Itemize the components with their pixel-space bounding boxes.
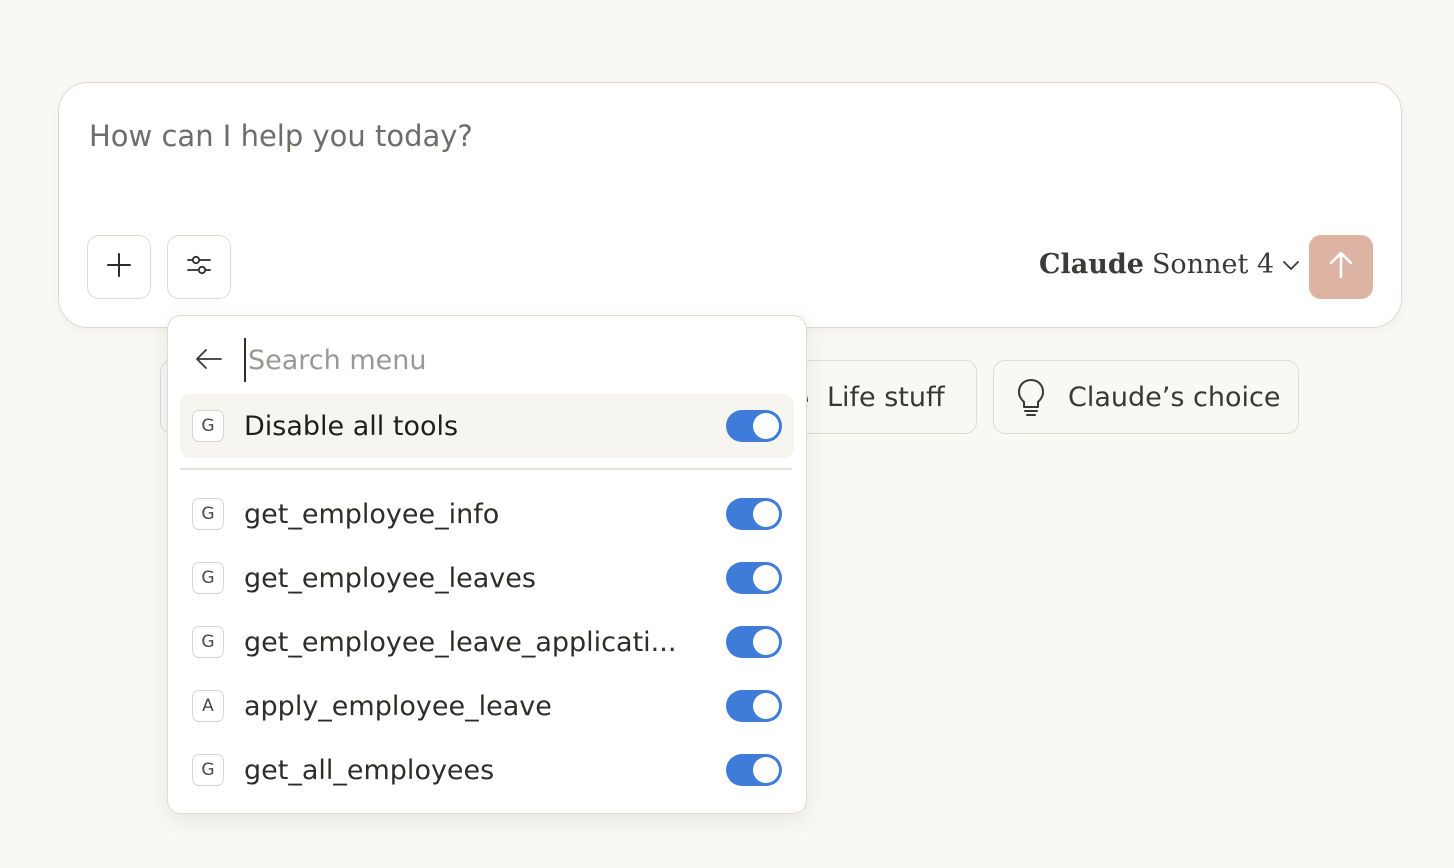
chip-label: Life stuff — [827, 381, 945, 413]
plus-icon — [106, 252, 132, 282]
tool-row-get-employee-info[interactable]: G get_employee_info — [180, 482, 794, 546]
disable-all-label: Disable all tools — [244, 410, 459, 442]
sliders-icon — [185, 251, 213, 283]
tool-label: get_employee_leaves — [244, 562, 536, 594]
suggestion-chip-life-stuff[interactable]: Life stuff — [780, 360, 977, 434]
tool-row-get-employee-leaves[interactable]: G get_employee_leaves — [180, 546, 794, 610]
tool-label: get_all_employees — [244, 754, 495, 786]
tool-toggle[interactable] — [726, 690, 782, 722]
tools-button[interactable] — [167, 235, 231, 299]
tool-badge: G — [192, 626, 224, 658]
tool-badge: G — [188, 410, 224, 443]
tool-row-apply-employee-leave[interactable]: A apply_employee_leave — [180, 674, 794, 738]
model-brand: Claude — [1039, 249, 1144, 280]
tool-toggle[interactable] — [726, 498, 782, 530]
tool-label: apply_employee_leave — [244, 690, 552, 722]
model-name: Sonnet 4 — [1151, 249, 1275, 280]
disable-all-tools-row[interactable]: G Disable all tools — [180, 394, 794, 458]
model-selector[interactable]: Claude Sonnet 4 — [1039, 249, 1300, 280]
tool-label: get_employee_leave_applicati... — [244, 626, 677, 658]
menu-divider — [180, 468, 792, 470]
tool-badge: G — [192, 754, 224, 786]
arrow-up-icon — [1327, 250, 1355, 284]
back-button[interactable] — [194, 346, 224, 376]
chip-label: Claude’s choice — [1068, 381, 1281, 413]
tool-label: get_employee_info — [244, 498, 500, 530]
send-button[interactable] — [1309, 235, 1373, 299]
chat-composer: How can I help you today? Claude Sonnet … — [58, 82, 1402, 328]
chevron-down-icon — [1282, 259, 1300, 271]
disable-all-toggle[interactable] — [726, 410, 782, 442]
arrow-left-icon — [195, 348, 223, 374]
tool-row-get-all-employees[interactable]: G get_all_employees — [180, 738, 794, 802]
tool-row-get-employee-leave-applications[interactable]: G get_employee_leave_applicati... — [180, 610, 794, 674]
tool-badge: A — [192, 690, 224, 722]
search-menu-input[interactable] — [244, 338, 774, 382]
tool-toggle[interactable] — [726, 626, 782, 658]
tool-toggle[interactable] — [726, 754, 782, 786]
message-input[interactable]: How can I help you today? — [89, 119, 473, 153]
suggestion-chip-claudes-choice[interactable]: Claude’s choice — [993, 360, 1299, 434]
tool-toggle[interactable] — [726, 562, 782, 594]
tools-menu: G Disable all tools G get_employee_info … — [167, 315, 807, 814]
tool-badge: G — [192, 498, 224, 530]
tool-badge: G — [192, 562, 224, 594]
add-content-button[interactable] — [87, 235, 151, 299]
lightbulb-icon — [1014, 377, 1048, 417]
